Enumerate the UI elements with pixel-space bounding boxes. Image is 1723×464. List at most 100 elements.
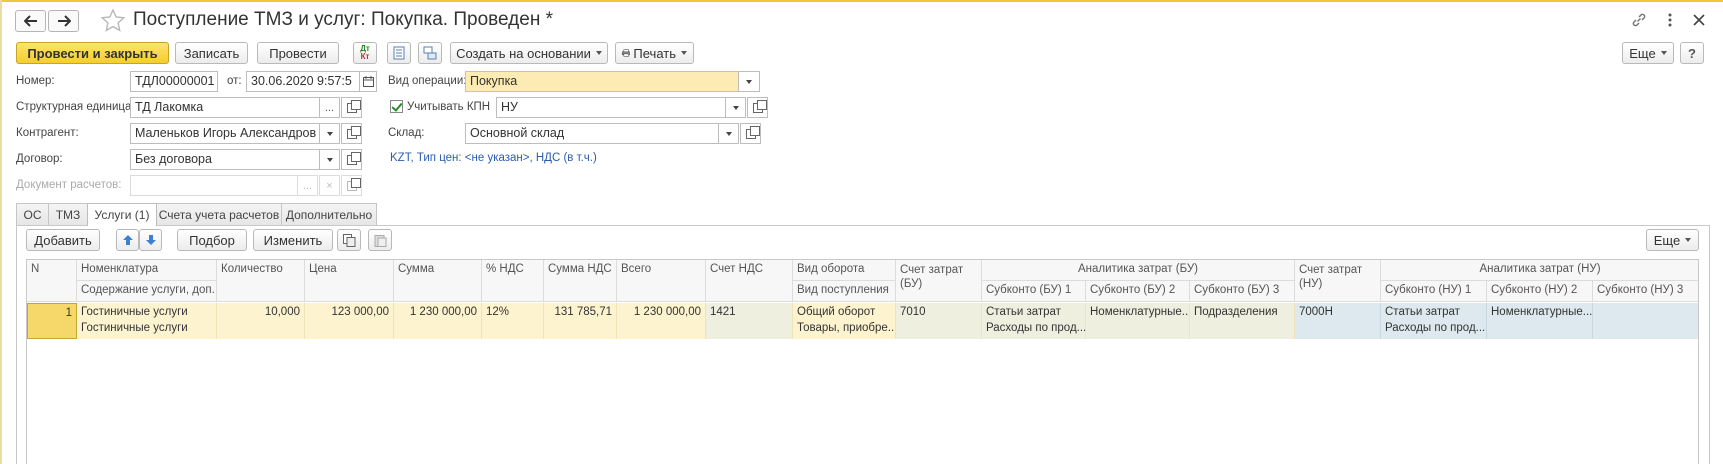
services-table[interactable]: N Номенклатура Содержание услуги, доп. К…: [26, 259, 1699, 464]
move-down-button[interactable]: [139, 229, 162, 251]
more-menu-icon[interactable]: [1660, 10, 1680, 30]
row-number[interactable]: 1: [27, 303, 77, 339]
col-nomenclature[interactable]: Номенклатура: [77, 260, 217, 281]
table-more-button[interactable]: Еще: [1646, 229, 1699, 251]
counterparty-field[interactable]: Маленьков Игорь Александров: [130, 123, 320, 144]
back-button[interactable]: [15, 10, 46, 32]
cell-content[interactable]: Гостиничные услуги: [77, 321, 217, 339]
structural-unit-select-button[interactable]: ...: [319, 97, 340, 118]
operation-type-field[interactable]: Покупка: [465, 71, 739, 92]
kpn-field[interactable]: НУ: [496, 97, 726, 118]
close-icon[interactable]: [1689, 10, 1709, 30]
tab-settlement-accounts[interactable]: Счета учета расчетов: [156, 203, 282, 225]
col-sub-bu3[interactable]: Субконто (БУ) 3: [1190, 281, 1295, 302]
cell-sub-nu3-value[interactable]: [1593, 321, 1698, 339]
copy-button[interactable]: [337, 229, 361, 251]
post-and-close-button[interactable]: Провести и закрыть: [16, 42, 169, 64]
cell-sub-bu2-value[interactable]: [1086, 321, 1190, 339]
cell-turnover-type[interactable]: Общий оборот: [793, 303, 896, 321]
cell-qty[interactable]: 10,000: [217, 303, 305, 339]
col-vat-account[interactable]: Счет НДС: [706, 260, 793, 302]
save-button[interactable]: Записать: [175, 42, 248, 64]
edit-button[interactable]: Изменить: [253, 229, 333, 251]
paste-button[interactable]: [368, 229, 392, 251]
col-total[interactable]: Всего: [617, 260, 706, 302]
col-content[interactable]: Содержание услуги, доп.: [77, 281, 217, 302]
forward-button[interactable]: [48, 10, 79, 32]
tab-services[interactable]: Услуги (1): [87, 203, 157, 226]
col-price[interactable]: Цена: [305, 260, 394, 302]
warehouse-open-button[interactable]: [740, 123, 761, 144]
tab-os[interactable]: ОС: [16, 203, 49, 225]
contract-open-button[interactable]: [341, 149, 362, 170]
col-qty[interactable]: Количество: [217, 260, 305, 302]
cell-sub-nu1-type[interactable]: Статьи затрат: [1381, 303, 1487, 321]
col-sub-bu2[interactable]: Субконто (БУ) 2: [1086, 281, 1190, 302]
cell-receipt-type[interactable]: Товары, приобре...: [793, 321, 896, 339]
warehouse-field[interactable]: Основной склад: [465, 123, 719, 144]
col-vat-sum[interactable]: Сумма НДС: [544, 260, 617, 302]
col-sub-nu2[interactable]: Субконто (НУ) 2: [1487, 281, 1593, 302]
cell-sub-nu2-value[interactable]: [1487, 321, 1593, 339]
pick-button[interactable]: Подбор: [177, 229, 247, 251]
structure-button[interactable]: [418, 42, 442, 64]
kpn-open-button[interactable]: [747, 97, 768, 118]
col-cost-account-nu[interactable]: Счет затрат (НУ): [1295, 260, 1381, 302]
cell-sub-bu3-value[interactable]: [1190, 321, 1295, 339]
col-sub-bu1[interactable]: Субконто (БУ) 1: [982, 281, 1086, 302]
cell-sub-nu2-type[interactable]: Номенклатурные...: [1487, 303, 1593, 321]
cell-sub-nu3-type[interactable]: [1593, 303, 1698, 321]
col-turnover-type[interactable]: Вид оборота: [793, 260, 896, 281]
col-cost-account-bu[interactable]: Счет затрат (БУ): [896, 260, 982, 302]
contract-dropdown[interactable]: [319, 149, 340, 170]
number-field[interactable]: ТДЛ00000001: [130, 71, 218, 92]
cell-cost-account-nu[interactable]: 7000Н: [1295, 303, 1381, 339]
create-based-on-button[interactable]: Создать на основании: [450, 42, 608, 64]
help-button[interactable]: ?: [1680, 42, 1704, 64]
contract-field[interactable]: Без договора: [130, 149, 320, 170]
favorite-star-icon[interactable]: [100, 8, 126, 34]
kpn-checkbox[interactable]: [390, 100, 403, 113]
col-n[interactable]: N: [27, 260, 77, 302]
table-row[interactable]: 1 Гостиничные услуги Гостиничные услуги …: [27, 303, 1698, 339]
structural-unit-field[interactable]: ТД Лакомка: [130, 97, 320, 118]
warehouse-dropdown[interactable]: [718, 123, 739, 144]
cell-vat-sum[interactable]: 131 785,71: [544, 303, 617, 339]
cell-price[interactable]: 123 000,00: [305, 303, 394, 339]
more-button[interactable]: Еще: [1622, 42, 1674, 64]
move-up-button[interactable]: [116, 229, 139, 251]
post-button[interactable]: Провести: [257, 42, 339, 64]
calendar-button[interactable]: [359, 71, 377, 92]
cell-vat-account[interactable]: 1421: [706, 303, 793, 339]
cell-sum[interactable]: 1 230 000,00: [394, 303, 482, 339]
cell-vat-pct[interactable]: 12%: [482, 303, 544, 339]
link-icon[interactable]: [1629, 10, 1649, 30]
cell-sub-bu3-type[interactable]: Подразделения: [1190, 303, 1295, 321]
cell-nomenclature[interactable]: Гостиничные услуги: [77, 303, 217, 321]
tab-tmz[interactable]: ТМЗ: [48, 203, 88, 225]
col-sum[interactable]: Сумма: [394, 260, 482, 302]
counterparty-dropdown[interactable]: [319, 123, 340, 144]
cell-sub-bu1-type[interactable]: Статьи затрат: [982, 303, 1086, 321]
cell-sub-bu2-type[interactable]: Номенклатурные...: [1086, 303, 1190, 321]
col-receipt-type[interactable]: Вид поступления: [793, 281, 896, 302]
structural-unit-open-button[interactable]: [341, 97, 362, 118]
kpn-dropdown[interactable]: [725, 97, 746, 118]
counterparty-open-button[interactable]: [341, 123, 362, 144]
col-sub-nu1[interactable]: Субконто (НУ) 1: [1381, 281, 1487, 302]
cell-cost-account-bu[interactable]: 7010: [896, 303, 982, 339]
col-sub-nu3[interactable]: Субконто (НУ) 3: [1593, 281, 1698, 302]
prices-and-currency-link[interactable]: KZT, Тип цен: <не указан>, НДС (в т.ч.): [390, 152, 597, 164]
date-field[interactable]: 30.06.2020 9:57:5: [246, 71, 360, 92]
cell-sub-nu1-value[interactable]: Расходы по прод...: [1381, 321, 1487, 339]
print-button[interactable]: Печать: [615, 42, 694, 64]
structural-unit-label: Структурная единица:: [16, 101, 135, 113]
cell-sub-bu1-value[interactable]: Расходы по прод...: [982, 321, 1086, 339]
dt-kt-button[interactable]: Дт Кт: [353, 42, 377, 64]
cell-total[interactable]: 1 230 000,00: [617, 303, 706, 339]
operation-type-dropdown[interactable]: [738, 71, 760, 92]
add-row-button[interactable]: Добавить: [26, 229, 100, 251]
col-vat-pct[interactable]: % НДС: [482, 260, 544, 302]
report-button[interactable]: [387, 42, 411, 64]
tab-additional[interactable]: Дополнительно: [281, 203, 377, 225]
